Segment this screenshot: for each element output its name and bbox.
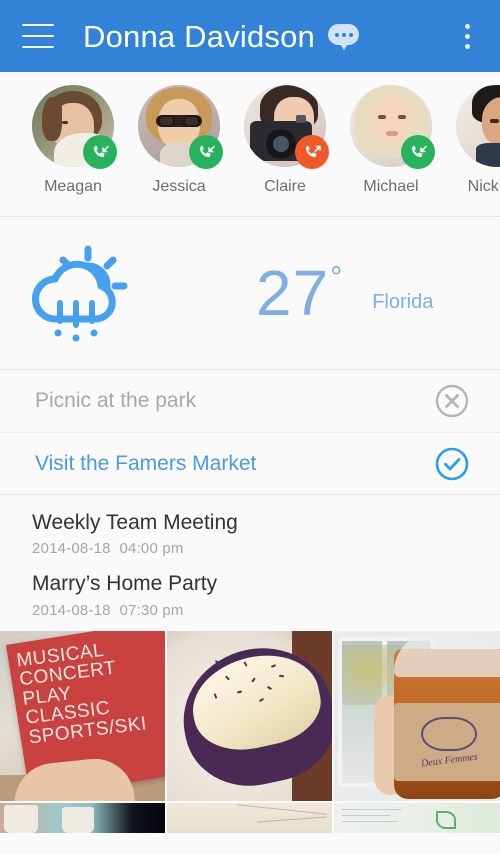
phone-incoming-icon[interactable] xyxy=(83,135,117,169)
task-label: Visit the Famers Market xyxy=(35,451,257,475)
hamburger-menu-icon[interactable] xyxy=(22,24,54,48)
circle-x-icon[interactable] xyxy=(434,383,470,419)
event-title: Weekly Team Meeting xyxy=(32,511,238,534)
event-datetime: 2014-08-18 07:30 pm xyxy=(32,602,500,619)
phone-incoming-icon[interactable] xyxy=(401,135,435,169)
page-title: Donna Davidson xyxy=(83,18,316,54)
contact-item[interactable]: Claire xyxy=(232,85,338,196)
task-list: Picnic at the park Visit the Famers Mark… xyxy=(0,370,500,495)
bread-doodle-icon xyxy=(421,717,477,752)
more-vertical-icon[interactable] xyxy=(452,21,482,51)
contact-name: Nick Sla xyxy=(467,178,500,195)
contact-item[interactable]: Michael xyxy=(338,85,444,196)
event-list: Weekly Team Meeting 2014-08-18 04:00 pm … xyxy=(0,495,500,631)
avatar[interactable] xyxy=(456,85,500,167)
event-title: Marry’s Home Party xyxy=(32,572,218,596)
gallery-photo[interactable]: MUSICAL CONCERT PLAY CLASSIC SPORTS/SKI xyxy=(0,630,165,801)
contact-item[interactable]: Meagan xyxy=(20,85,126,196)
event-row[interactable]: Weekly Team Meeting 2014-08-18 04:00 pm xyxy=(32,509,500,557)
event-row[interactable]: Marry’s Home Party 2014-08-18 07:30 pm xyxy=(32,570,500,618)
contact-name: Michael xyxy=(363,178,419,195)
event-datetime: 2014-08-18 04:00 pm xyxy=(32,540,500,557)
phone-outgoing-icon[interactable] xyxy=(295,135,329,169)
phone-incoming-icon[interactable] xyxy=(189,135,223,169)
gallery-photo[interactable] xyxy=(334,802,500,833)
task-label: Picnic at the park xyxy=(35,389,197,412)
gallery-photo[interactable]: Deux Femmes xyxy=(334,630,500,801)
temperature-number: 27 xyxy=(256,257,330,329)
event-time: 07:30 pm xyxy=(119,601,184,619)
chat-bubble-icon[interactable] xyxy=(328,24,360,50)
app-bar: Donna Davidson xyxy=(0,0,500,72)
degree-symbol: ° xyxy=(330,261,344,294)
gallery-photo[interactable] xyxy=(167,630,332,801)
contact-name: Claire xyxy=(264,178,306,195)
gallery-photo[interactable] xyxy=(0,802,165,833)
gallery-photo[interactable] xyxy=(167,802,332,833)
event-date: 2014-08-18 xyxy=(32,540,111,558)
contact-name: Meagan xyxy=(44,178,102,195)
app-root: Donna Davidson Meagan Jessica Claire Mic… xyxy=(0,0,500,854)
task-row[interactable]: Visit the Famers Market xyxy=(0,432,500,494)
photo-gallery: MUSICAL CONCERT PLAY CLASSIC SPORTS/SKI xyxy=(0,630,500,835)
contact-item[interactable]: Jessica xyxy=(126,85,232,196)
task-row[interactable]: Picnic at the park xyxy=(0,370,500,432)
avatar[interactable] xyxy=(138,85,223,169)
contact-item[interactable]: Nick Sla xyxy=(444,85,500,196)
weather-card[interactable]: 27° Florida xyxy=(0,217,500,370)
contact-name: Jessica xyxy=(152,178,206,195)
sun-behind-rain-cloud-icon xyxy=(0,241,160,345)
avatar[interactable] xyxy=(350,85,435,169)
recent-contacts-strip[interactable]: Meagan Jessica Claire Michael Nick xyxy=(0,72,500,217)
weather-location: Florida xyxy=(372,290,434,313)
avatar[interactable] xyxy=(244,85,329,169)
avatar[interactable] xyxy=(32,85,117,169)
event-time: 04:00 pm xyxy=(119,540,184,558)
event-date: 2014-08-18 xyxy=(32,601,111,619)
sleeve-text: Deux Femmes xyxy=(420,751,478,770)
temperature-value: 27° xyxy=(256,261,342,325)
circle-check-icon[interactable] xyxy=(434,446,470,482)
